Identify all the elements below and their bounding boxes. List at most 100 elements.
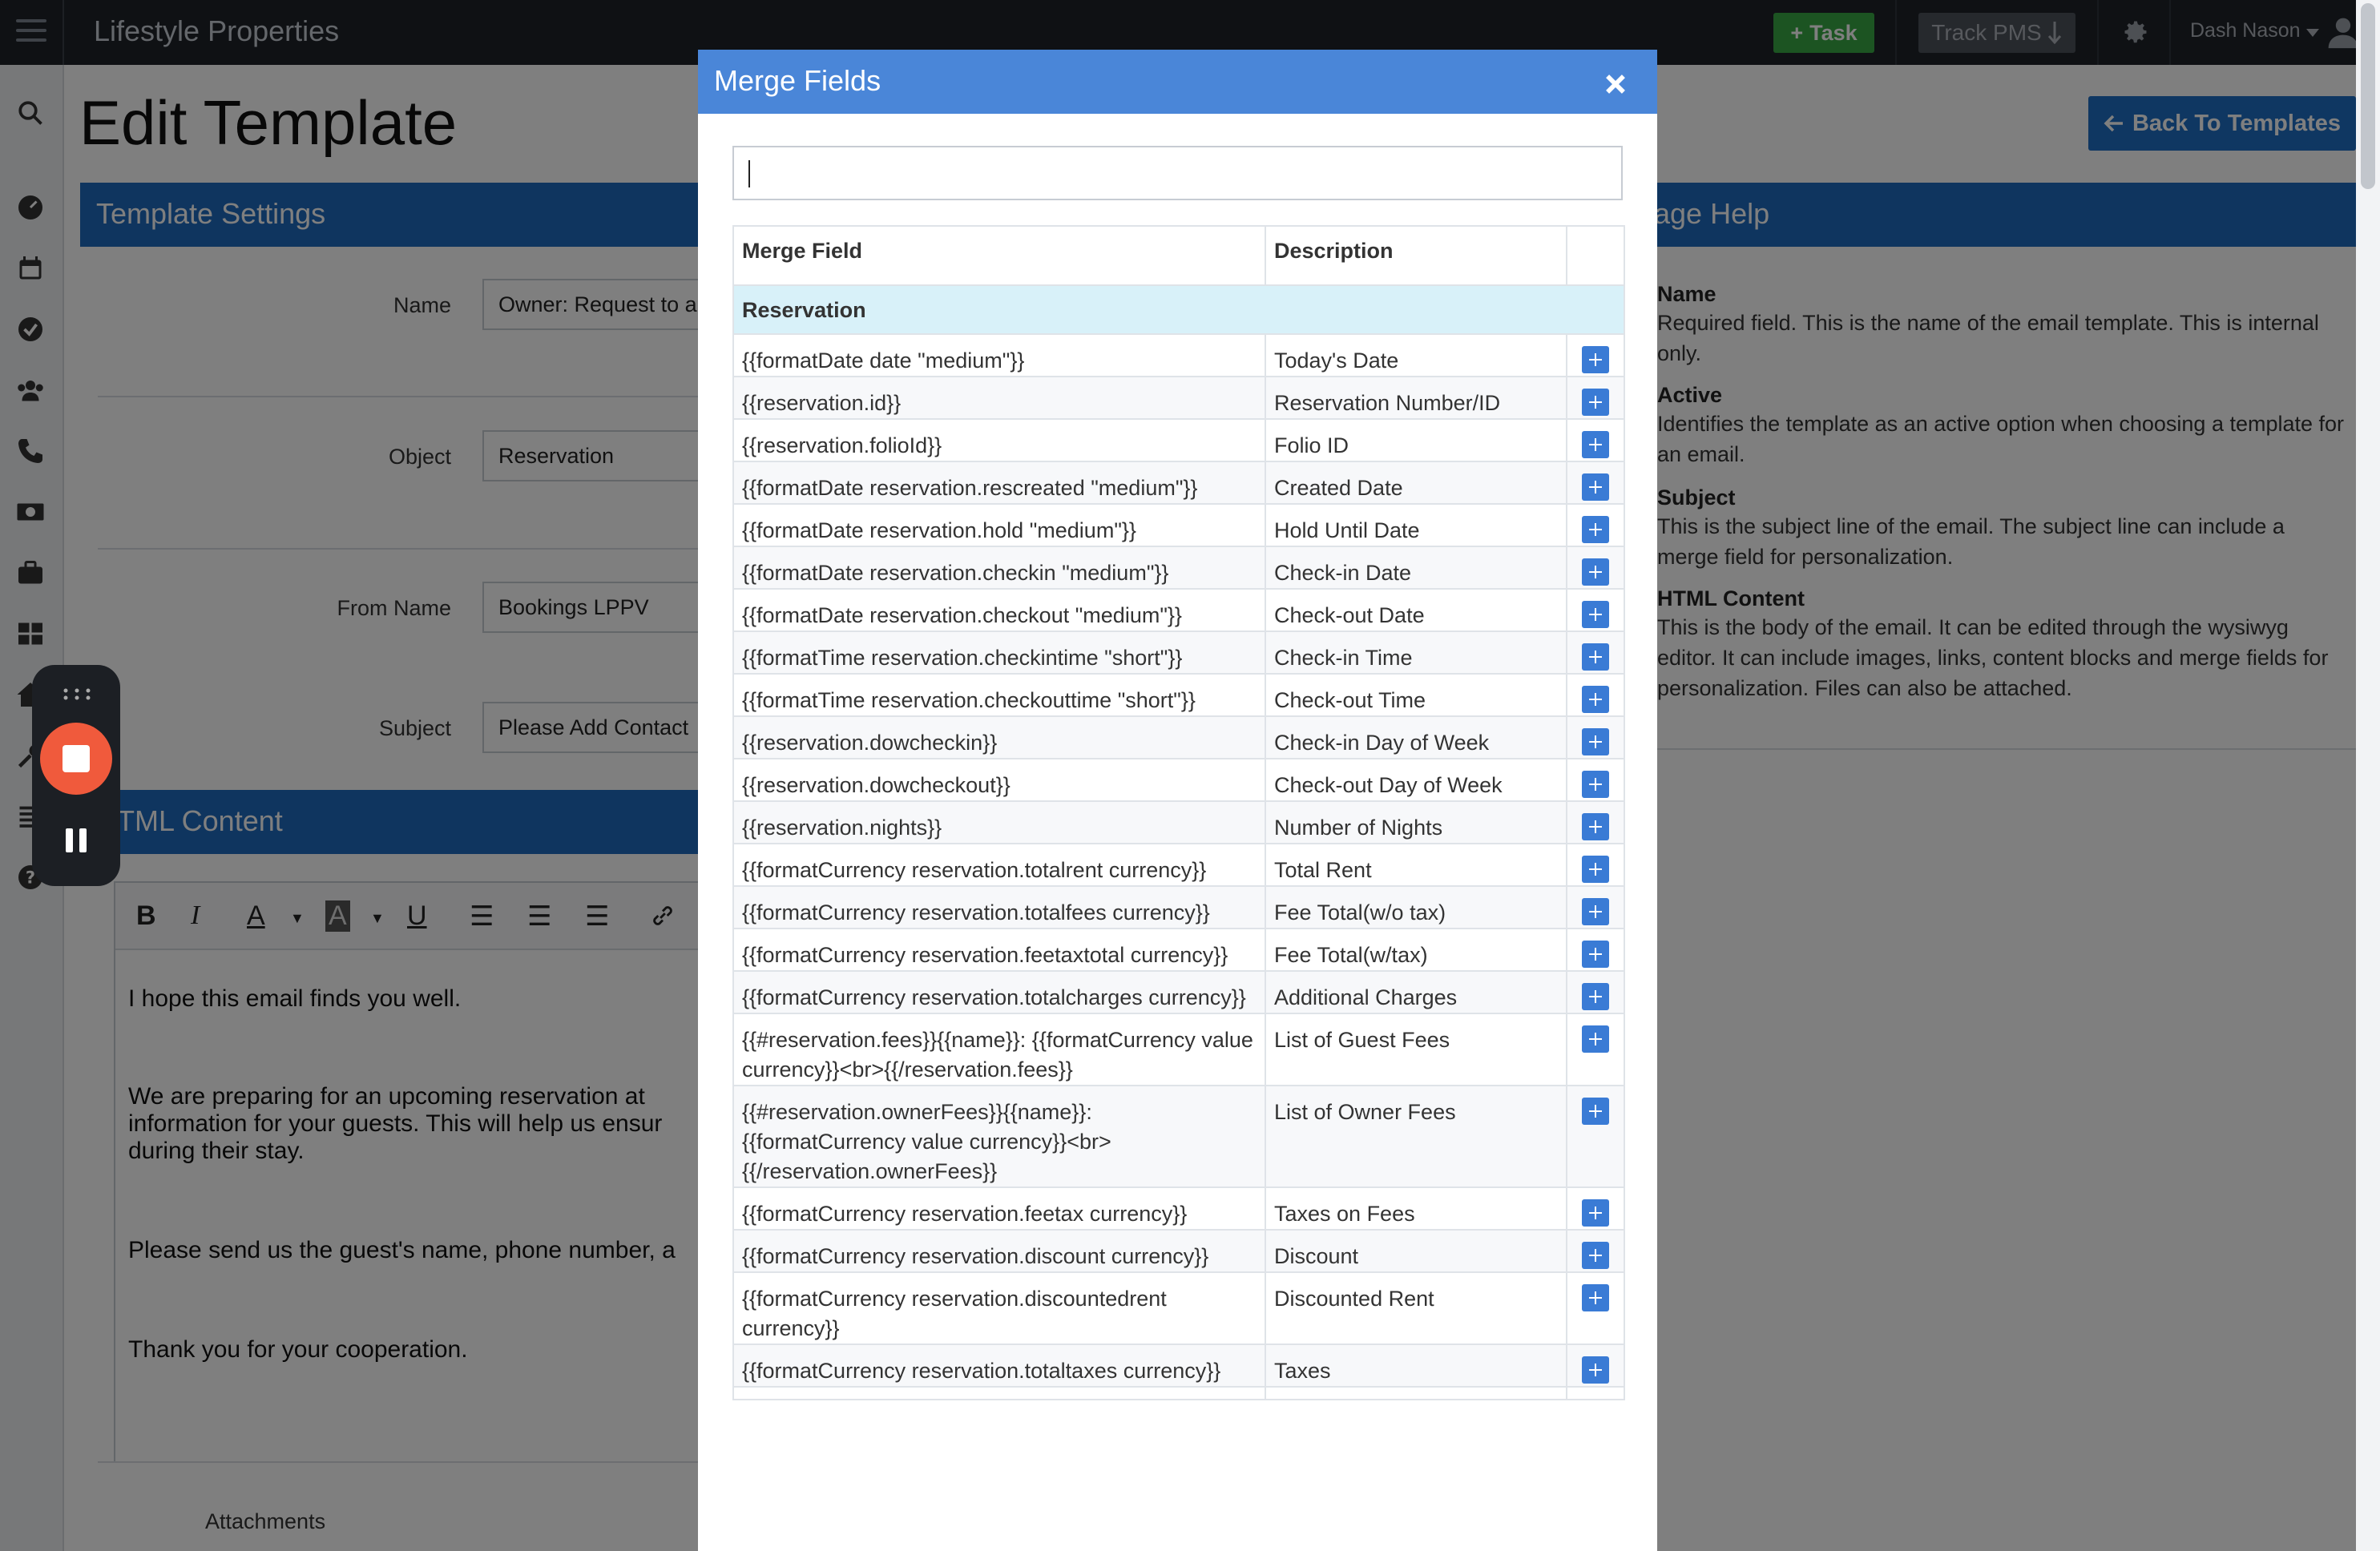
insert-merge-field-button[interactable]: [1582, 1242, 1609, 1269]
merge-field-description: Reservation Number/ID: [1265, 376, 1567, 420]
merge-field-description: Today's Date: [1265, 333, 1567, 377]
drag-handle-icon[interactable]: [63, 687, 91, 700]
merge-field-code: {{formatCurrency reservation.totalfees c…: [732, 885, 1266, 929]
merge-field-description: Check-in Time: [1265, 630, 1567, 675]
merge-field-description: Fee Total(w/o tax): [1265, 885, 1567, 929]
merge-field-description: Check-in Date: [1265, 546, 1567, 590]
insert-merge-field-button[interactable]: [1582, 898, 1609, 925]
insert-merge-field-button[interactable]: [1582, 1098, 1609, 1125]
table-row: {{reservation.nights}} Number of Nights: [732, 800, 1625, 844]
modal-header: Merge Fields: [698, 50, 1657, 114]
merge-field-description: List of Owner Fees: [1265, 1085, 1567, 1188]
merge-field-description: Total Rent: [1265, 843, 1567, 887]
group-label: Reservation: [732, 284, 1625, 335]
insert-merge-field-button[interactable]: [1582, 856, 1609, 883]
table-row: {{formatDate reservation.checkin "medium…: [732, 546, 1625, 590]
merge-field-code: {{formatDate reservation.rescreated "med…: [732, 461, 1266, 505]
insert-merge-field-button[interactable]: [1582, 643, 1609, 671]
merge-field-code: {{formatCurrency reservation.totaltaxes …: [732, 1344, 1266, 1388]
scrollbar-thumb[interactable]: [2361, 3, 2375, 189]
merge-field-description: Discounted Rent: [1265, 1271, 1567, 1345]
table-row: {{formatCurrency reservation.feetaxtotal…: [732, 928, 1625, 972]
merge-field-code: {{reservation.folioId}}: [732, 418, 1266, 462]
merge-field-code: {{formatDate reservation.checkin "medium…: [732, 546, 1266, 590]
merge-field-code: {{formatDate reservation.hold "medium"}}: [732, 503, 1266, 547]
close-icon[interactable]: [1602, 70, 1629, 98]
merge-field-code: {{formatCurrency reservation.totalcharge…: [732, 970, 1266, 1014]
insert-merge-field-button[interactable]: [1582, 431, 1609, 458]
merge-field-code: {{reservation.dowcheckout}}: [732, 758, 1266, 802]
insert-merge-field-button[interactable]: [1582, 686, 1609, 713]
table-row: {{formatTime reservation.checkintime "sh…: [732, 630, 1625, 675]
column-header: [1566, 225, 1625, 286]
table-row: {{reservation.dowcheckout}} Check-out Day…: [732, 758, 1625, 802]
merge-field-description: Check-out Time: [1265, 673, 1567, 717]
insert-merge-field-button[interactable]: [1582, 516, 1609, 543]
table-row: {{formatCurrency reservation.discount cu…: [732, 1229, 1625, 1273]
insert-merge-field-button[interactable]: [1582, 389, 1609, 416]
recording-widget: [32, 665, 120, 886]
merge-field-code: {{formatCurrency reservation.discount cu…: [732, 1229, 1266, 1273]
action-cell: [1566, 1344, 1625, 1388]
table-row: {{formatCurrency reservation.totalfees c…: [732, 885, 1625, 929]
pause-recording-button[interactable]: [64, 828, 88, 856]
insert-merge-field-button[interactable]: [1582, 813, 1609, 840]
insert-merge-field-button[interactable]: [1582, 473, 1609, 501]
merge-field-code: {{formatCurrency reservation.totalrent c…: [732, 843, 1266, 887]
table-row: {{formatTime reservation.checkouttime "s…: [732, 673, 1625, 717]
insert-merge-field-button[interactable]: [1582, 983, 1609, 1010]
table-row: {{formatDate reservation.hold "medium"}}…: [732, 503, 1625, 547]
table-row: {{formatCurrency reservation.totalrent c…: [732, 843, 1625, 887]
action-cell: [1566, 673, 1625, 717]
modal-title: Merge Fields: [714, 64, 881, 97]
table-row: {{formatDate reservation.checkout "mediu…: [732, 588, 1625, 632]
merge-fields-modal: Merge Fields Merge Field Description Res…: [698, 50, 1657, 1551]
merge-field-description: Fee Total(w/tax): [1265, 928, 1567, 972]
table-row: {{#reservation.fees}}{{name}}: {{formatC…: [732, 1013, 1625, 1086]
merge-field-code: {{formatDate reservation.checkout "mediu…: [732, 588, 1266, 632]
merge-field-description: Taxes: [1265, 1344, 1567, 1388]
action-cell: [1566, 1271, 1625, 1345]
insert-merge-field-button[interactable]: [1582, 346, 1609, 373]
insert-merge-field-button[interactable]: [1582, 771, 1609, 798]
insert-merge-field-button[interactable]: [1582, 601, 1609, 628]
merge-field-code: {{formatTime reservation.checkintime "sh…: [732, 630, 1266, 675]
action-cell: [1566, 376, 1625, 420]
action-cell: [1566, 843, 1625, 887]
insert-merge-field-button[interactable]: [1582, 728, 1609, 755]
stop-recording-button[interactable]: [40, 723, 112, 795]
table-row: {{formatCurrency reservation.totalcharge…: [732, 970, 1625, 1014]
action-cell: [1566, 715, 1625, 759]
merge-field-code: [732, 1386, 1266, 1400]
action-cell: [1566, 1085, 1625, 1188]
action-cell: [1566, 418, 1625, 462]
merge-field-search-input[interactable]: [732, 146, 1623, 200]
column-header[interactable]: Description: [1265, 225, 1567, 286]
merge-field-code: {{formatCurrency reservation.feetaxtotal…: [732, 928, 1266, 972]
merge-field-code: {{#reservation.fees}}{{name}}: {{formatC…: [732, 1013, 1266, 1086]
merge-field-description: Created Date: [1265, 461, 1567, 505]
table-row: {{formatDate date "medium"}} Today's Date: [732, 333, 1625, 377]
action-cell: [1566, 1386, 1625, 1400]
column-header[interactable]: Merge Field: [732, 225, 1266, 286]
insert-merge-field-button[interactable]: [1582, 1025, 1609, 1053]
merge-field-code: {{reservation.dowcheckin}}: [732, 715, 1266, 759]
insert-merge-field-button[interactable]: [1582, 1284, 1609, 1311]
table-row: {{#reservation.ownerFees}}{{name}}: {{fo…: [732, 1085, 1625, 1188]
insert-merge-field-button[interactable]: [1582, 941, 1609, 968]
action-cell: [1566, 885, 1625, 929]
insert-merge-field-button[interactable]: [1582, 558, 1609, 586]
merge-field-code: {{formatCurrency reservation.discountedr…: [732, 1271, 1266, 1345]
insert-merge-field-button[interactable]: [1582, 1199, 1609, 1227]
table-row: {{reservation.dowcheckin}} Check-in Day o…: [732, 715, 1625, 759]
text-cursor: [748, 160, 750, 187]
merge-field-description: [1265, 1386, 1567, 1400]
action-cell: [1566, 503, 1625, 547]
action-cell: [1566, 758, 1625, 802]
insert-merge-field-button[interactable]: [1582, 1356, 1609, 1384]
merge-field-code: {{reservation.nights}}: [732, 800, 1266, 844]
action-cell: [1566, 928, 1625, 972]
page-scrollbar[interactable]: [2356, 0, 2380, 1551]
action-cell: [1566, 546, 1625, 590]
merge-field-code: {{reservation.id}}: [732, 376, 1266, 420]
